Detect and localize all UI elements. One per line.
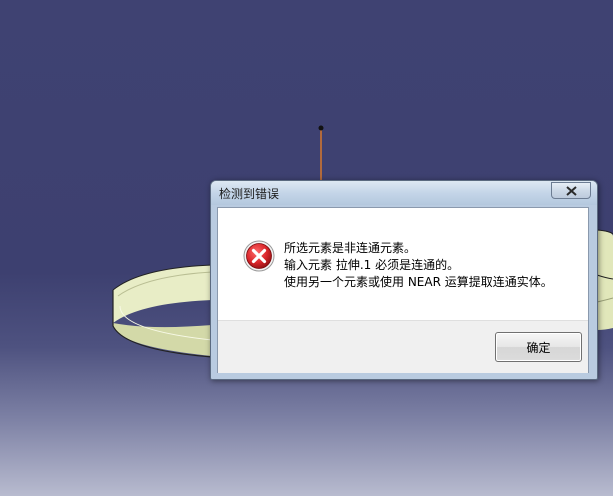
- sketch-point[interactable]: [318, 125, 324, 131]
- close-button[interactable]: [551, 182, 591, 199]
- dialog-title: 检测到错误: [219, 187, 280, 201]
- message-area: 所选元素是非连通元素。 输入元素 拉伸.1 必须是连通的。 使用另一个元素或使用…: [218, 208, 588, 320]
- close-icon: [566, 186, 577, 196]
- dialog-body: 所选元素是非连通元素。 输入元素 拉伸.1 必须是连通的。 使用另一个元素或使用…: [217, 207, 589, 373]
- message-line-2: 输入元素 拉伸.1 必须是连通的。: [284, 258, 460, 272]
- error-icon: [243, 240, 275, 272]
- error-dialog: 检测到错误 所选元素是非连通元素。 输入元素 拉伸.1 必须是连通的。 使用另一…: [210, 180, 598, 380]
- dialog-titlebar[interactable]: 检测到错误: [211, 181, 597, 205]
- error-message: 所选元素是非连通元素。 输入元素 拉伸.1 必须是连通的。 使用另一个元素或使用…: [284, 240, 553, 291]
- message-line-1: 所选元素是非连通元素。: [284, 241, 417, 255]
- ok-button[interactable]: 确定: [495, 332, 582, 362]
- ring-outer-surface-right[interactable]: [597, 230, 613, 330]
- ring-outer-surface-left[interactable]: [113, 265, 212, 323]
- button-area: 确定: [218, 320, 588, 373]
- message-line-3: 使用另一个元素或使用 NEAR 运算提取连通实体。: [284, 275, 553, 289]
